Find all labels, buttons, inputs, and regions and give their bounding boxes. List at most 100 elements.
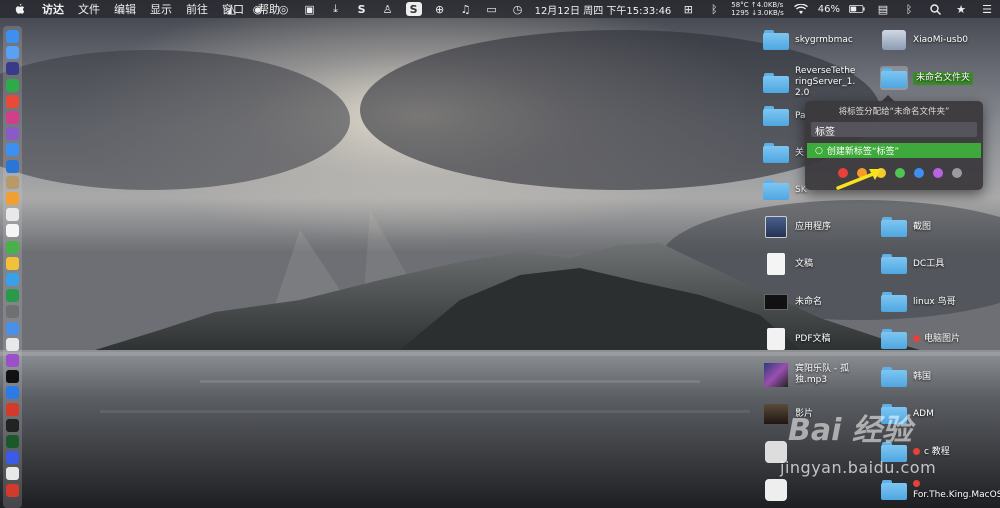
dock-app-icon[interactable] xyxy=(6,305,19,319)
folder-icon xyxy=(763,180,789,200)
s-app2-icon[interactable]: S xyxy=(405,2,422,16)
desktop-item-label: 电脑图片 xyxy=(913,334,960,345)
star-icon[interactable]: ★ xyxy=(953,2,969,16)
chat-icon[interactable]: ◉ xyxy=(250,2,266,16)
dock-app-icon[interactable] xyxy=(6,175,19,189)
download-icon[interactable]: ⤓ xyxy=(328,2,344,16)
globe-icon[interactable]: ⊕ xyxy=(432,2,448,16)
desktop-item-label: DC工具 xyxy=(913,258,945,269)
fox-icon[interactable]: ◭ xyxy=(224,2,240,16)
desktop-item-label: XiaoMi-usb0 xyxy=(913,34,969,45)
dock-app-icon[interactable] xyxy=(6,386,19,400)
dock-app-icon[interactable] xyxy=(6,159,19,173)
dock-app-icon[interactable] xyxy=(6,46,19,60)
apple-menu-icon[interactable] xyxy=(14,0,28,18)
dock-app-icon[interactable] xyxy=(6,127,19,141)
document-icon xyxy=(767,253,785,275)
desktop-item-pdf[interactable]: PDF文稿 xyxy=(762,327,831,351)
baidu-watermark: Bai 经验 jingyan.baidu.com xyxy=(768,395,1000,508)
dock-app-icon[interactable] xyxy=(6,451,19,465)
windows-icon[interactable]: ⊞ xyxy=(680,2,696,16)
battery-icon[interactable] xyxy=(849,2,865,16)
dock-app-icon[interactable] xyxy=(6,370,19,384)
folder-icon xyxy=(763,143,789,163)
dock-app-icon[interactable] xyxy=(6,192,19,205)
desktop-item-applications[interactable]: 应用程序 xyxy=(762,215,831,239)
dock-app-icon[interactable] xyxy=(6,321,19,335)
desktop-item-guan[interactable]: 关 xyxy=(762,141,804,165)
s-app-icon[interactable]: S xyxy=(354,2,370,16)
desktop-item-reversetethering[interactable]: ReverseTetheringServer_1.2.0 xyxy=(762,66,859,99)
menu-file[interactable]: 文件 xyxy=(78,1,100,17)
desktop-item-label: 未命名 xyxy=(795,296,823,307)
clock-icon[interactable]: ◷ xyxy=(510,2,526,16)
desktop-item-label: ReverseTetheringServer_1.2.0 xyxy=(795,66,856,98)
system-monitor[interactable]: 58°C ↑4.0KB/s 1295 ↓3.0KB/s xyxy=(731,1,783,17)
tag-input[interactable]: 标签 xyxy=(811,122,977,138)
dock-app-icon[interactable] xyxy=(6,62,19,76)
desktop-item-label: linux 鸟哥 xyxy=(913,296,956,307)
folder-icon xyxy=(881,68,907,88)
dock-app-icon[interactable] xyxy=(6,354,19,367)
red-tag-dot xyxy=(913,334,920,342)
menu-go[interactable]: 前往 xyxy=(186,1,208,17)
tag-color-purple[interactable] xyxy=(933,168,943,178)
datetime[interactable]: 12月12日 周四 下午15:33:46 xyxy=(535,2,672,17)
desktop-item-untitled[interactable]: 未命名 xyxy=(762,290,822,314)
dock-app-icon[interactable] xyxy=(6,224,19,238)
dock-app-icon[interactable] xyxy=(6,435,19,448)
menu-app-name[interactable]: 访达 xyxy=(42,1,64,17)
dock-app-icon[interactable] xyxy=(6,273,19,286)
list-icon[interactable]: ☰ xyxy=(979,2,995,16)
search-icon[interactable] xyxy=(927,2,943,16)
dock-app-icon[interactable] xyxy=(6,208,19,222)
cpu-temp: 58°C xyxy=(731,1,749,9)
dock-app-icon[interactable] xyxy=(6,111,19,124)
desktop-item-pa[interactable]: Pa xyxy=(762,104,806,128)
dock-app-icon[interactable] xyxy=(6,418,19,432)
wifi-icon[interactable] xyxy=(793,2,809,16)
dock-app-icon[interactable] xyxy=(6,483,19,497)
dock-app-icon[interactable] xyxy=(6,78,19,92)
dock-app-icon[interactable] xyxy=(6,94,19,108)
camera-icon[interactable]: ▣ xyxy=(302,2,318,16)
dock-app-icon[interactable] xyxy=(6,467,19,481)
dock-app-icon[interactable] xyxy=(6,30,19,43)
dock-app-icon[interactable] xyxy=(6,289,19,303)
menu-view[interactable]: 显示 xyxy=(150,1,172,17)
tag-color-green[interactable] xyxy=(895,168,905,178)
music-icon[interactable]: ♫ xyxy=(458,2,474,16)
dock-app-icon[interactable] xyxy=(6,402,19,416)
desktop-item-linux[interactable]: linux 鸟哥 xyxy=(880,290,956,314)
record-icon[interactable]: ◎ xyxy=(276,2,292,16)
bluetooth2-icon[interactable]: ᛒ xyxy=(901,2,917,16)
dock-app-icon[interactable] xyxy=(6,337,19,351)
desktop-item-mp3[interactable]: 宾阳乐队 - 孤独.mp3 xyxy=(762,363,859,387)
qq-icon[interactable]: ♙ xyxy=(380,2,396,16)
desktop-item-skygrmbmac[interactable]: skygrmbmac xyxy=(762,28,853,52)
tag-color-gray[interactable] xyxy=(952,168,962,178)
desktop-item-dc-tools[interactable]: DC工具 xyxy=(880,252,944,276)
desktop-item-documents[interactable]: 文稿 xyxy=(762,252,813,276)
net-down: ↓3.0KB/s xyxy=(751,9,784,17)
create-tag-suggestion[interactable]: ○ 创建新标签“标签” xyxy=(807,143,981,158)
desktop-item-sk[interactable]: SK xyxy=(762,178,807,202)
siri-icon[interactable]: ▤ xyxy=(875,2,891,16)
album-art-icon xyxy=(764,363,788,387)
tag-color-blue[interactable] xyxy=(914,168,924,178)
dock-app-icon[interactable] xyxy=(6,256,19,270)
folder-icon xyxy=(763,30,789,50)
desktop-item-korea[interactable]: 韩国 xyxy=(880,365,931,389)
desktop-item-screenshots[interactable]: 截图 xyxy=(880,215,931,239)
desktop-item-xiaomi-usb0[interactable]: XiaoMi-usb0 xyxy=(880,28,968,52)
dock-app-icon[interactable] xyxy=(6,240,19,254)
menu-edit[interactable]: 编辑 xyxy=(114,1,136,17)
desktop-item-label: 应用程序 xyxy=(795,221,832,232)
battery-percent[interactable]: 46% xyxy=(818,4,840,15)
desktop-item-untitled-folder[interactable]: 未命名文件夹 xyxy=(880,66,974,90)
status-area: ◭ ◉ ◎ ▣ ⤓ S ♙ S ⊕ ♫ ▭ ◷ 12月12日 周四 下午15:3… xyxy=(219,0,1000,18)
message-icon[interactable]: ▭ xyxy=(484,2,500,16)
dock-app-icon[interactable] xyxy=(6,143,19,157)
desktop-item-pc-pictures[interactable]: 电脑图片 xyxy=(880,327,960,351)
bluetooth-icon[interactable]: ᛒ xyxy=(706,2,722,16)
